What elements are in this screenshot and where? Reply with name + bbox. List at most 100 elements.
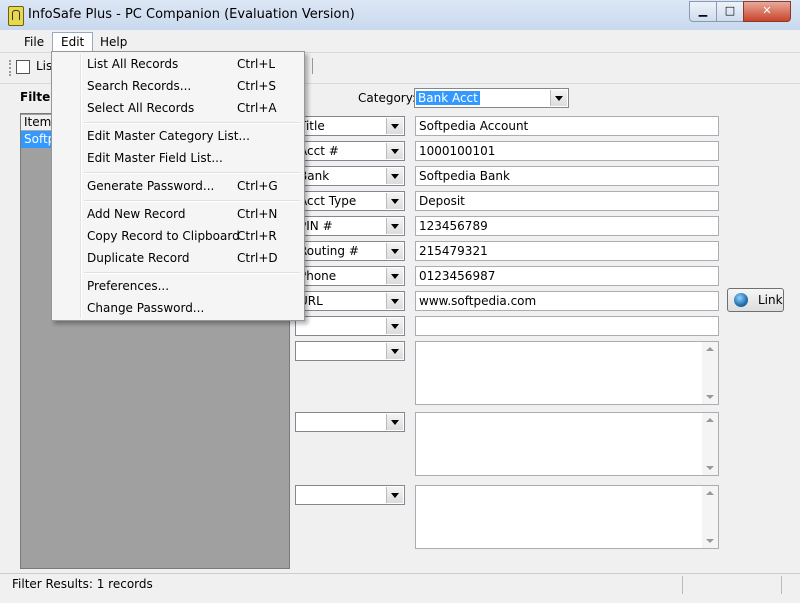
field-value-input[interactable]: www.softpedia.com	[415, 291, 719, 311]
scroll-down-icon[interactable]	[706, 395, 714, 399]
vertical-scrollbar[interactable]	[702, 486, 718, 548]
field-name-dropdown[interactable]: Acct #	[295, 141, 405, 161]
chevron-down-icon[interactable]	[386, 193, 403, 209]
menu-item-change-password[interactable]: Change Password...	[87, 298, 297, 318]
chevron-down-icon[interactable]	[386, 168, 403, 184]
chevron-down-icon[interactable]	[550, 90, 567, 106]
menu-item-shortcut: Ctrl+R	[237, 229, 277, 243]
field-name-dropdown[interactable]: Phone	[295, 266, 405, 286]
field-value-input[interactable]	[415, 316, 719, 336]
menu-item-edit-master-field-list[interactable]: Edit Master Field List...	[87, 148, 297, 168]
link-button[interactable]: Link	[727, 288, 784, 312]
minimize-button[interactable]: ▁	[689, 1, 717, 22]
status-separator	[682, 576, 683, 594]
menu-item-shortcut: Ctrl+G	[237, 179, 278, 193]
menu-item-shortcut: Ctrl+D	[237, 251, 278, 265]
menu-item-add-new-record[interactable]: Add New Record Ctrl+N	[87, 204, 297, 224]
menu-separator	[84, 200, 300, 202]
chevron-down-icon[interactable]	[386, 268, 403, 284]
chevron-down-icon[interactable]	[386, 218, 403, 234]
status-text: Filter Results: 1 records	[12, 577, 153, 591]
field-name-dropdown[interactable]: Bank	[295, 166, 405, 186]
menu-item-preferences[interactable]: Preferences...	[87, 276, 297, 296]
field-value-input[interactable]: Deposit	[415, 191, 719, 211]
list-icon[interactable]	[16, 60, 30, 74]
chevron-down-icon[interactable]	[386, 414, 403, 430]
toolbar-separator	[312, 58, 313, 74]
menu-item-list-all-records[interactable]: List All Records Ctrl+L	[87, 54, 297, 74]
edit-menu-dropdown: List All Records Ctrl+L Search Records...…	[51, 51, 305, 321]
chevron-down-icon[interactable]	[386, 293, 403, 309]
menu-item-shortcut: Ctrl+S	[237, 79, 277, 93]
chevron-down-icon[interactable]	[386, 143, 403, 159]
menu-item-generate-password[interactable]: Generate Password... Ctrl+G	[87, 176, 297, 196]
menu-edit[interactable]: Edit	[52, 32, 94, 51]
chevron-down-icon[interactable]	[386, 118, 403, 134]
scroll-up-icon[interactable]	[706, 491, 714, 495]
menu-separator	[84, 272, 300, 274]
menu-item-label: Search Records...	[87, 79, 192, 93]
chevron-down-icon[interactable]	[386, 243, 403, 259]
scroll-up-icon[interactable]	[706, 347, 714, 351]
field-value-input[interactable]: Softpedia Account	[415, 116, 719, 136]
menu-item-copy-record-to-clipboard[interactable]: Copy Record to Clipboard Ctrl+R	[87, 226, 297, 246]
category-label: Category:	[358, 91, 416, 105]
menu-item-label: Change Password...	[87, 301, 205, 315]
vertical-scrollbar[interactable]	[702, 413, 718, 475]
note-textarea[interactable]	[415, 341, 719, 405]
menu-item-label: Add New Record	[87, 207, 186, 221]
menu-separator	[84, 172, 300, 174]
chevron-down-icon[interactable]	[386, 487, 403, 503]
field-value-input[interactable]: 215479321	[415, 241, 719, 261]
scroll-down-icon[interactable]	[706, 466, 714, 470]
scroll-down-icon[interactable]	[706, 539, 714, 543]
note-field-dropdown[interactable]	[295, 412, 405, 432]
link-button-label: Link	[758, 293, 783, 307]
field-value-input[interactable]: 123456789	[415, 216, 719, 236]
menu-item-search-records[interactable]: Search Records... Ctrl+S	[87, 76, 297, 96]
menu-item-label: Copy Record to Clipboard	[87, 229, 240, 243]
chevron-down-icon[interactable]	[386, 318, 403, 334]
field-name-dropdown[interactable]: Title	[295, 116, 405, 136]
menu-item-label: Duplicate Record	[87, 251, 190, 265]
field-name-dropdown[interactable]: Routing #	[295, 241, 405, 261]
field-name-dropdown[interactable]: Acct Type	[295, 191, 405, 211]
vertical-scrollbar[interactable]	[702, 342, 718, 404]
menu-item-label: Edit Master Category List...	[87, 129, 250, 143]
toolbar-grip[interactable]	[9, 60, 13, 76]
field-name-dropdown[interactable]: URL	[295, 291, 405, 311]
menu-item-shortcut: Ctrl+N	[237, 207, 278, 221]
menu-item-label: Select All Records	[87, 101, 195, 115]
maximize-button[interactable]: □	[716, 1, 744, 22]
field-value-input[interactable]: 1000100101	[415, 141, 719, 161]
field-name: Routing #	[299, 244, 359, 258]
note-field-dropdown[interactable]	[295, 341, 405, 361]
field-value-input[interactable]: 0123456987	[415, 266, 719, 286]
menu-file[interactable]: File	[16, 33, 52, 51]
window-title: InfoSafe Plus - PC Companion (Evaluation…	[28, 7, 355, 22]
note-textarea[interactable]	[415, 412, 719, 476]
menu-separator	[84, 122, 300, 124]
field-value-input[interactable]: Softpedia Bank	[415, 166, 719, 186]
field-name-dropdown[interactable]: PIN #	[295, 216, 405, 236]
menu-item-label: List All Records	[87, 57, 179, 71]
menu-item-edit-master-category-list[interactable]: Edit Master Category List...	[87, 126, 297, 146]
field-name-dropdown[interactable]	[295, 316, 405, 336]
chevron-down-icon[interactable]	[386, 343, 403, 359]
category-dropdown[interactable]: Bank Acct	[414, 88, 569, 108]
lock-icon	[8, 6, 24, 26]
note-field-dropdown[interactable]	[295, 485, 405, 505]
field-name: Acct Type	[299, 194, 357, 208]
category-value: Bank Acct	[416, 91, 480, 105]
close-button[interactable]: ✕	[743, 1, 791, 22]
menu-gutter	[80, 54, 82, 318]
menu-help[interactable]: Help	[92, 33, 135, 51]
scroll-up-icon[interactable]	[706, 418, 714, 422]
menu-item-select-all-records[interactable]: Select All Records Ctrl+A	[87, 98, 297, 118]
status-separator	[781, 576, 782, 594]
menu-item-shortcut: Ctrl+L	[237, 57, 276, 71]
menu-item-label: Edit Master Field List...	[87, 151, 223, 165]
menu-item-duplicate-record[interactable]: Duplicate Record Ctrl+D	[87, 248, 297, 268]
globe-icon	[734, 293, 748, 307]
note-textarea[interactable]	[415, 485, 719, 549]
